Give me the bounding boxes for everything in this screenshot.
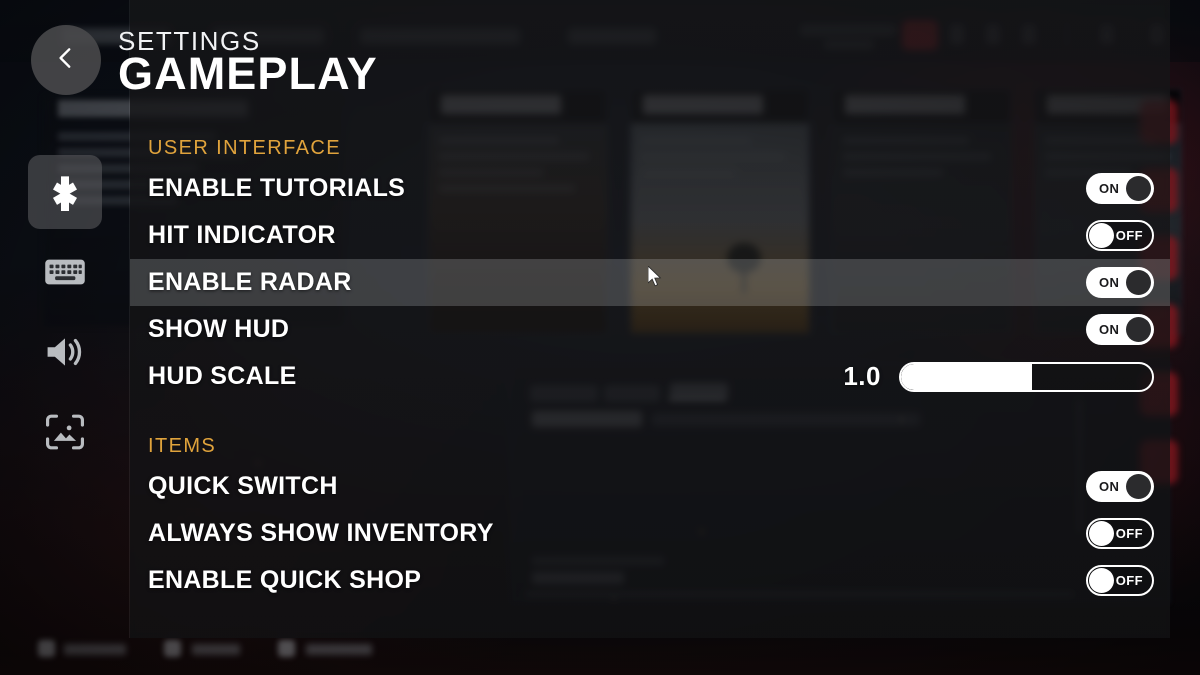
settings-row[interactable]: HUD SCALE 1.0 <box>130 353 1170 400</box>
settings-header: SETTINGS GAMEPLAY <box>118 0 1170 110</box>
settings-row-label: ENABLE QUICK SHOP <box>148 566 422 594</box>
settings-row[interactable]: ALWAYS SHOW INVENTORY OFF <box>130 510 1170 557</box>
toggle-state-label: ON <box>1099 275 1120 290</box>
slider-control: 1.0 <box>843 361 1154 392</box>
settings-row-label: ENABLE RADAR <box>148 268 352 296</box>
toggle-switch[interactable]: OFF <box>1086 220 1154 251</box>
sidebar-item-audio[interactable] <box>28 315 102 389</box>
toggle-state-label: OFF <box>1115 573 1143 588</box>
toggle-knob <box>1126 474 1151 499</box>
settings-row[interactable]: ENABLE TUTORIALS ON <box>130 165 1170 212</box>
slider-track[interactable] <box>899 361 1154 392</box>
sidebar-item-video[interactable] <box>28 395 102 469</box>
settings-panel: SETTINGS GAMEPLAY USER INTERFACE ENABLE T… <box>118 0 1170 638</box>
toggle-switch[interactable]: OFF <box>1086 565 1154 596</box>
settings-row-label: HIT INDICATOR <box>148 221 336 249</box>
toggle-switch[interactable]: ON <box>1086 471 1154 502</box>
settings-row[interactable]: SHOW HUD ON <box>130 306 1170 353</box>
toggle-knob <box>1126 317 1151 342</box>
toggle-state-label: ON <box>1099 479 1120 494</box>
toggle-state-label: ON <box>1099 322 1120 337</box>
toggle-switch[interactable]: OFF <box>1086 518 1154 549</box>
settings-eyebrow: SETTINGS <box>118 26 261 56</box>
settings-row-label: HUD SCALE <box>148 362 297 390</box>
settings-group-heading: ITEMS <box>148 435 217 457</box>
slider-value: 1.0 <box>843 361 881 391</box>
toggle-knob <box>1089 521 1114 546</box>
settings-row-label: QUICK SWITCH <box>148 472 338 500</box>
settings-row-label: ENABLE TUTORIALS <box>148 174 406 202</box>
settings-row[interactable]: QUICK SWITCH ON <box>130 463 1170 510</box>
sidebar-item-controls[interactable] <box>28 235 102 309</box>
settings-row[interactable]: ENABLE RADAR ON <box>130 259 1170 306</box>
chevron-left-icon <box>53 45 79 76</box>
game-settings-screen: SETTINGS GAMEPLAY USER INTERFACE ENABLE T… <box>0 0 1200 675</box>
page-title: GAMEPLAY <box>118 48 378 99</box>
toggle-knob <box>1089 223 1114 248</box>
toggle-state-label: ON <box>1099 181 1120 196</box>
settings-category-sidebar <box>0 155 130 475</box>
toggle-knob <box>1089 568 1114 593</box>
toggle-knob <box>1126 176 1151 201</box>
toggle-knob <box>1126 270 1151 295</box>
gamepad-dpad-icon <box>45 172 85 212</box>
settings-row[interactable]: ENABLE QUICK SHOP OFF <box>130 557 1170 604</box>
keyboard-icon <box>44 256 86 288</box>
slider-fill <box>901 363 1032 390</box>
toggle-state-label: OFF <box>1115 526 1143 541</box>
speaker-volume-icon <box>44 333 86 371</box>
settings-row-label: SHOW HUD <box>148 315 290 343</box>
toggle-state-label: OFF <box>1115 228 1143 243</box>
image-video-icon <box>44 413 86 451</box>
toggle-switch[interactable]: ON <box>1086 173 1154 204</box>
settings-row[interactable]: HIT INDICATOR OFF <box>130 212 1170 259</box>
toggle-switch[interactable]: ON <box>1086 267 1154 298</box>
sidebar-item-gameplay[interactable] <box>28 155 102 229</box>
back-button[interactable] <box>31 25 101 95</box>
settings-group-heading: USER INTERFACE <box>148 137 341 159</box>
settings-row-label: ALWAYS SHOW INVENTORY <box>148 519 494 547</box>
toggle-switch[interactable]: ON <box>1086 314 1154 345</box>
